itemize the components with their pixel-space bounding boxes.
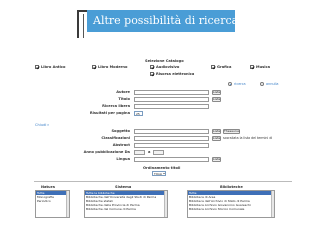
catalog-search-form: Selezione Catalogo Libro Antico Libro Mo…	[30, 57, 296, 233]
language-input[interactable]	[134, 157, 209, 162]
thesaurus-button[interactable]: Thesaurus	[223, 129, 240, 134]
checkbox-musica[interactable]	[250, 65, 254, 69]
results-per-page-value: 25	[136, 112, 140, 116]
free-search-input[interactable]	[134, 104, 209, 109]
checkbox-libro-antico[interactable]	[35, 65, 39, 69]
checkbox-label: Musica	[256, 65, 271, 69]
ordering-label: Ordinamento titoli	[143, 166, 181, 170]
language-label: Lingua	[116, 157, 130, 161]
results-per-page-select[interactable]: 25	[134, 111, 143, 116]
scrollbar[interactable]	[164, 191, 167, 217]
checkbox-label: Libro Antico	[41, 65, 66, 69]
year-from-label: Anno pubblicazione Da	[83, 150, 130, 154]
classification-hint: scoraliata la lista del termini di	[223, 136, 273, 140]
natura-listbox[interactable]: Tutte Monografia Periodico	[35, 190, 70, 218]
subject-list-button[interactable]: Lista	[212, 129, 221, 134]
ordering-value: Titolo	[154, 172, 163, 176]
author-list-button[interactable]: Lista	[212, 90, 221, 95]
year-from-input[interactable]	[134, 150, 145, 155]
classification-label: Classificazioni	[101, 136, 130, 140]
chevron-down-icon	[162, 173, 165, 175]
checkbox-libro-moderno[interactable]	[92, 65, 96, 69]
ordering-select[interactable]: Titolo	[152, 171, 166, 176]
close-link[interactable]: Chiudi	[35, 123, 46, 127]
results-per-page-label: Risultati per pagina	[89, 111, 130, 115]
checkbox-audiovisivo[interactable]	[150, 65, 154, 69]
sistema-header: Sistema	[115, 185, 132, 189]
biblioteche-header: Biblioteche	[220, 185, 243, 189]
author-label: Autore	[116, 90, 130, 94]
scrollbar[interactable]	[271, 191, 274, 217]
checkbox-label: Risorsa elettronica	[156, 72, 195, 76]
list-item[interactable]: Biblioteca Archivio Storico Comunale	[188, 207, 274, 211]
title-input[interactable]	[134, 97, 209, 102]
year-to-input[interactable]	[153, 150, 164, 155]
free-search-label: Ricerca libera	[102, 104, 130, 108]
subject-input[interactable]	[134, 129, 209, 134]
collections-title: Selezione Catalogo	[145, 59, 184, 63]
title-bracket-vertical	[77, 10, 79, 38]
close-arrow-icon[interactable]: »	[47, 123, 49, 127]
list-item[interactable]: Periodico	[36, 199, 69, 203]
list-item[interactable]: Biblioteche del Comune di Parma	[85, 207, 167, 211]
checkbox-label: Libro Moderno	[98, 65, 128, 69]
checkbox-risorsa-elettronica[interactable]	[150, 72, 154, 76]
clear-action-icon[interactable]	[260, 82, 264, 86]
author-input[interactable]	[134, 90, 209, 95]
abstract-input[interactable]	[134, 143, 209, 148]
clear-link[interactable]: annulla	[266, 82, 279, 86]
checkbox-label: Grafica	[217, 65, 232, 69]
search-link[interactable]: ricerca	[234, 82, 246, 86]
checkbox-grafica[interactable]	[211, 65, 215, 69]
title-list-button[interactable]: Lista	[212, 97, 221, 102]
scrollbar[interactable]	[66, 191, 69, 217]
divider	[34, 181, 292, 182]
sistema-listbox[interactable]: Tutte le biblioteche Biblioteche dell'Un…	[84, 190, 168, 218]
biblioteche-listbox[interactable]: Tutte Biblioteca di Area Biblioteca dell…	[187, 190, 275, 218]
year-to-label: a	[148, 150, 151, 154]
title-label: Titolo	[118, 97, 130, 101]
language-list-button[interactable]: Lista	[212, 157, 221, 162]
natura-header: Natura	[41, 185, 55, 189]
title-bracket-inner	[83, 14, 84, 38]
checkbox-label: Audiovisivo	[156, 65, 180, 69]
classification-input[interactable]	[134, 136, 209, 141]
classification-list-button[interactable]: Lista	[212, 136, 221, 141]
slide-title: Altre possibilità di ricerca	[87, 10, 238, 32]
search-action-icon[interactable]	[228, 82, 232, 86]
subject-label: Soggetto	[111, 129, 130, 133]
abstract-label: Abstract	[112, 143, 130, 147]
